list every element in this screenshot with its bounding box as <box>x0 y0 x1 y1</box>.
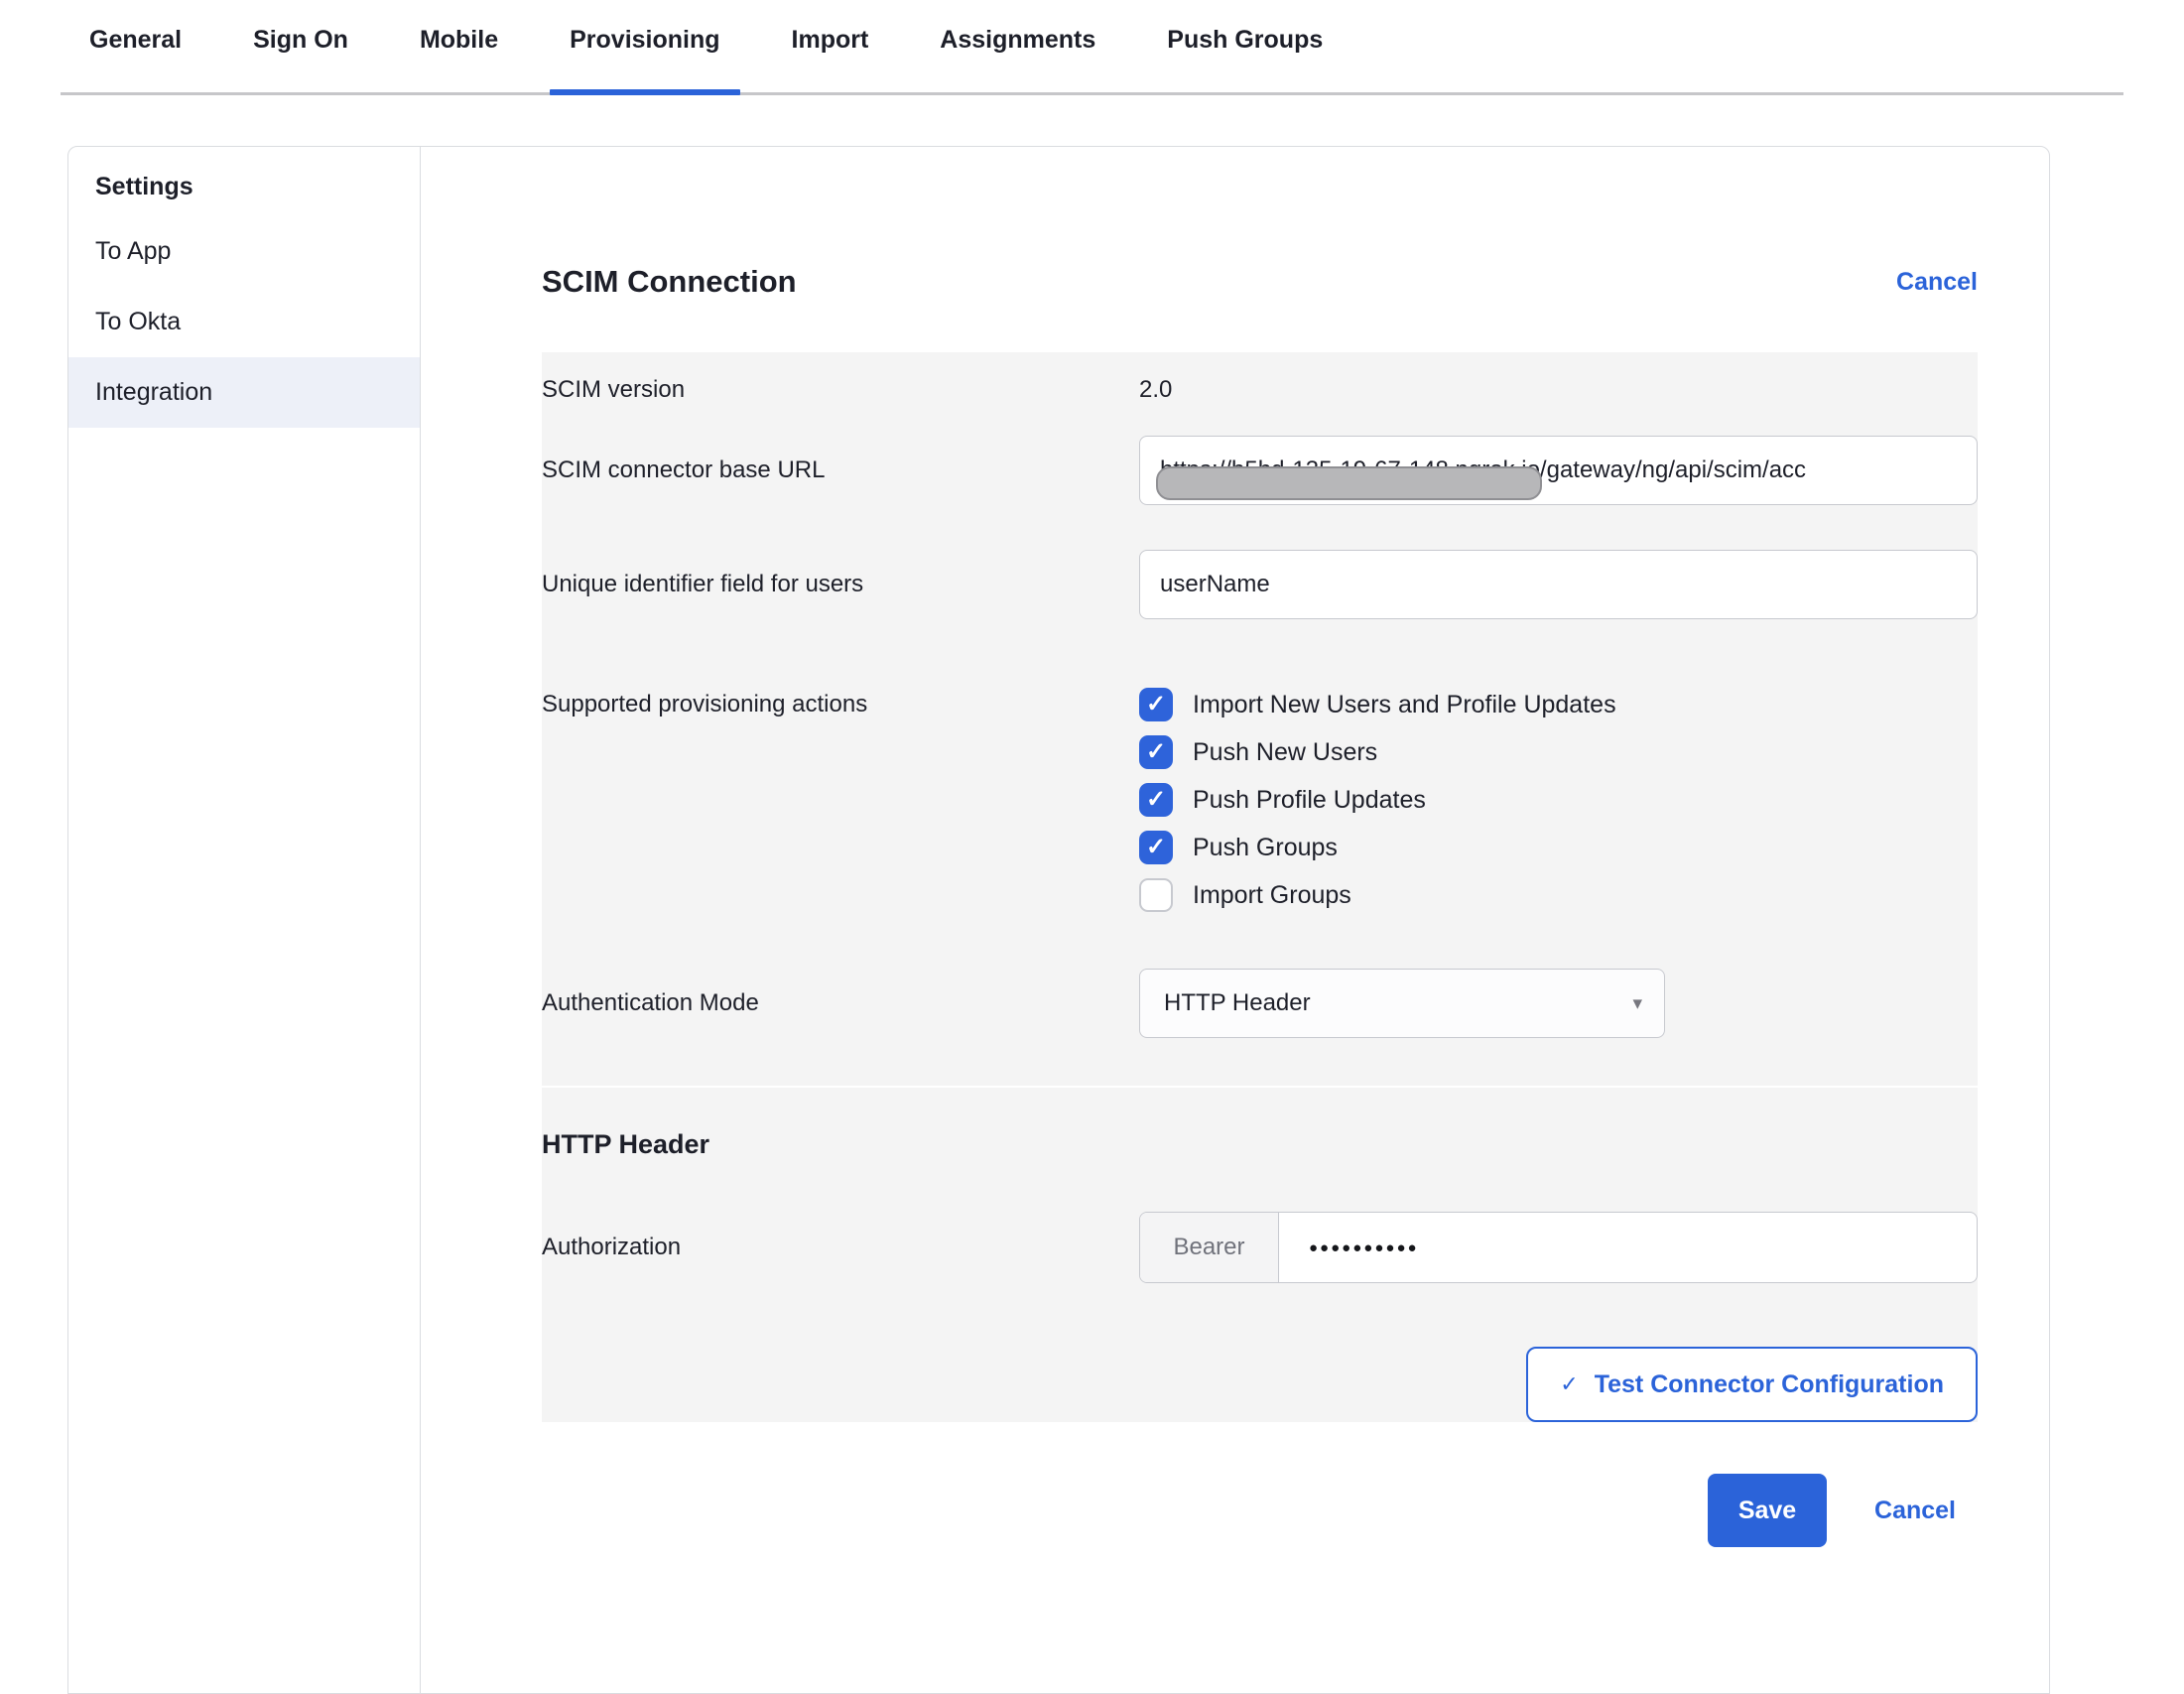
option-import-new-users[interactable]: Import New Users and Profile Updates <box>1139 681 1978 728</box>
visible-url-segment: /gateway/ng/api/scim/acc <box>1540 456 1806 484</box>
sidebar-heading: Settings <box>68 157 420 216</box>
option-import-groups[interactable]: Import Groups <box>1139 871 1978 919</box>
tab-provisioning[interactable]: Provisioning <box>570 26 719 92</box>
option-push-profile-updates[interactable]: Push Profile Updates <box>1139 776 1978 824</box>
tab-general[interactable]: General <box>89 26 182 92</box>
connector-base-url-input[interactable]: https://b5hd-135-19-67-148.ngrok.io/gate… <box>1139 436 1978 505</box>
sidebar-item-to-app[interactable]: To App <box>68 216 420 287</box>
option-label: Import Groups <box>1193 881 1351 910</box>
option-label: Push New Users <box>1193 738 1377 767</box>
footer-cancel-link[interactable]: Cancel <box>1874 1497 1956 1525</box>
page-title: SCIM Connection <box>542 264 797 300</box>
unique-identifier-label: Unique identifier field for users <box>542 571 1139 598</box>
app-tabs: General Sign On Mobile Provisioning Impo… <box>61 0 2123 95</box>
footer-actions: Save Cancel <box>542 1474 1978 1547</box>
checkbox-checked-icon[interactable] <box>1139 688 1173 721</box>
authorization-label: Authorization <box>542 1234 1139 1261</box>
scim-version-value: 2.0 <box>1139 376 1172 403</box>
unique-identifier-input[interactable] <box>1139 550 1978 619</box>
save-button[interactable]: Save <box>1708 1474 1827 1547</box>
authentication-mode-label: Authentication Mode <box>542 989 1139 1017</box>
section-divider <box>542 1086 1978 1088</box>
checkbox-checked-icon[interactable] <box>1139 831 1173 864</box>
scim-connection-section: SCIM Connection Cancel SCIM version 2.0 … <box>421 147 2049 1693</box>
checkbox-checked-icon[interactable] <box>1139 735 1173 769</box>
scim-version-label: SCIM version <box>542 370 1139 436</box>
authentication-mode-select[interactable]: HTTP Header ▾ <box>1139 969 1665 1038</box>
check-icon: ✓ <box>1560 1371 1578 1397</box>
settings-sidebar: Settings To App To Okta Integration <box>68 147 421 1693</box>
provisioning-panel: Settings To App To Okta Integration SCIM… <box>67 146 2050 1694</box>
authentication-mode-row: Authentication Mode HTTP Header ▾ <box>542 969 1978 1038</box>
tab-push-groups[interactable]: Push Groups <box>1167 26 1323 92</box>
tab-mobile[interactable]: Mobile <box>420 26 498 92</box>
option-label: Push Profile Updates <box>1193 786 1426 815</box>
section-header: SCIM Connection Cancel <box>542 264 1978 300</box>
checkbox-unchecked-icon[interactable] <box>1139 878 1173 912</box>
scim-version-row: SCIM version 2.0 <box>542 352 1978 436</box>
provisioning-actions-label: Supported provisioning actions <box>542 681 1139 919</box>
tab-import[interactable]: Import <box>792 26 869 92</box>
redacted-url-segment: https://b5hd-135-19-67-148.ngrok.io <box>1160 456 1540 484</box>
test-connector-configuration-label: Test Connector Configuration <box>1595 1370 1944 1399</box>
tab-sign-on[interactable]: Sign On <box>253 26 348 92</box>
connector-base-url-label: SCIM connector base URL <box>542 456 1139 484</box>
http-header-heading: HTTP Header <box>542 1129 1978 1160</box>
unique-identifier-row: Unique identifier field for users <box>542 550 1978 619</box>
option-push-groups[interactable]: Push Groups <box>1139 824 1978 871</box>
sidebar-item-integration[interactable]: Integration <box>68 357 420 428</box>
checkbox-checked-icon[interactable] <box>1139 783 1173 817</box>
authorization-token-input[interactable]: ●●●●●●●●●● <box>1279 1213 1977 1282</box>
option-push-new-users[interactable]: Push New Users <box>1139 728 1978 776</box>
option-label: Import New Users and Profile Updates <box>1193 691 1616 719</box>
test-connector-configuration-button[interactable]: ✓ Test Connector Configuration <box>1526 1347 1978 1422</box>
authentication-mode-value: HTTP Header <box>1164 989 1632 1017</box>
authorization-row: Authorization Bearer ●●●●●●●●●● <box>542 1212 1978 1283</box>
provisioning-actions-row: Supported provisioning actions Import Ne… <box>542 681 1978 919</box>
header-cancel-link[interactable]: Cancel <box>1896 268 1978 297</box>
test-button-row: ✓ Test Connector Configuration <box>542 1347 1978 1422</box>
tab-assignments[interactable]: Assignments <box>940 26 1095 92</box>
scim-connection-form: SCIM version 2.0 SCIM connector base URL… <box>542 352 1978 1422</box>
bearer-prefix: Bearer <box>1140 1213 1279 1282</box>
sidebar-item-to-okta[interactable]: To Okta <box>68 287 420 357</box>
connector-base-url-row: SCIM connector base URL https://b5hd-135… <box>542 436 1978 505</box>
chevron-down-icon: ▾ <box>1632 992 1642 1015</box>
option-label: Push Groups <box>1193 834 1338 862</box>
authorization-input-group: Bearer ●●●●●●●●●● <box>1139 1212 1978 1283</box>
